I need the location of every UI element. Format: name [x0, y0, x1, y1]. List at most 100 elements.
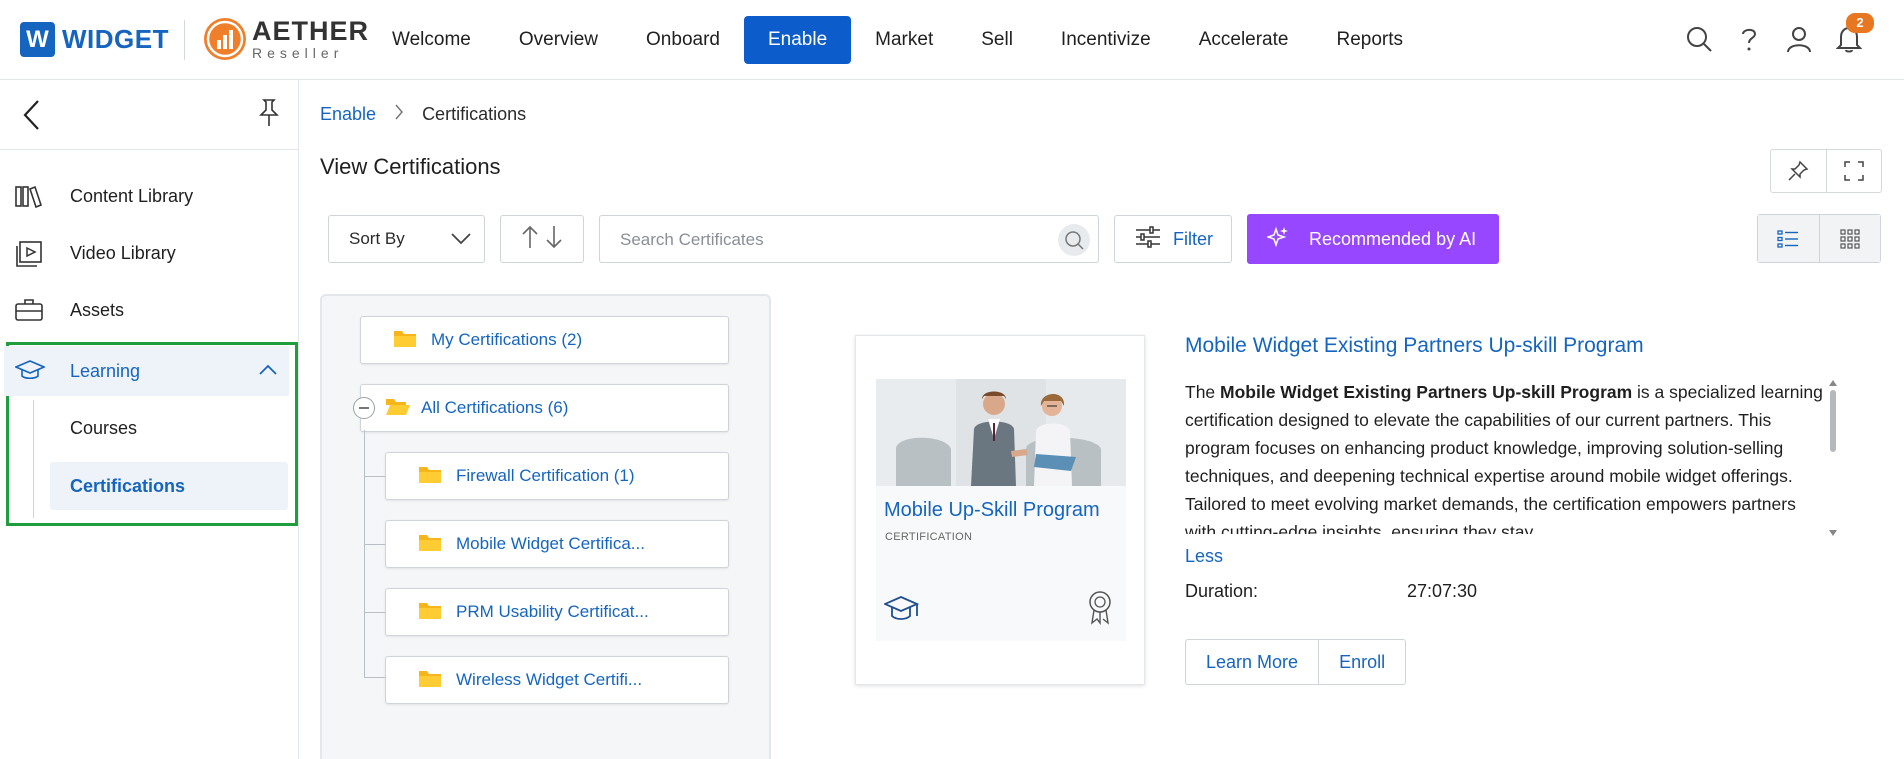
- search-icon[interactable]: [1684, 22, 1714, 56]
- widget-logo-text: WIDGET: [62, 24, 169, 54]
- filter-button[interactable]: Filter: [1114, 215, 1232, 263]
- card-subtitle: CERTIFICATION: [885, 531, 973, 543]
- sidebar-item-label: Video Library: [70, 242, 176, 263]
- bell-icon[interactable]: 2: [1834, 13, 1874, 56]
- widget-logo-mark: W: [20, 22, 55, 57]
- duration-label: Duration:: [1185, 581, 1259, 601]
- logo-divider: [184, 20, 185, 60]
- widget-logo[interactable]: W WIDGET: [20, 22, 169, 57]
- folder-open-icon: [385, 396, 411, 421]
- sidebar-item-label: Content Library: [70, 185, 194, 206]
- chevron-up-icon[interactable]: [258, 362, 278, 381]
- page-tools: [1770, 149, 1882, 193]
- sidebar-subitem-courses[interactable]: Courses: [50, 404, 288, 452]
- briefcase-icon: [15, 298, 43, 327]
- nav-overview[interactable]: Overview: [495, 16, 622, 64]
- tree-node-label: Mobile Widget Certifica...: [456, 534, 645, 553]
- chevron-right-icon: [394, 103, 404, 126]
- search-input[interactable]: [620, 226, 1040, 254]
- page-title: View Certifications: [320, 154, 501, 179]
- tree-node-label: My Certifications (2): [431, 330, 583, 349]
- learn-more-button[interactable]: Learn More: [1186, 640, 1318, 684]
- tree-node-label: Firewall Certification (1): [456, 466, 635, 485]
- sidebar-item-label: Assets: [70, 299, 125, 320]
- nav-sell[interactable]: Sell: [957, 16, 1037, 64]
- list-view-icon[interactable]: [1758, 215, 1819, 262]
- arrow-down-icon: [545, 224, 563, 255]
- search-icon[interactable]: [1058, 224, 1090, 256]
- collapse-node-icon[interactable]: [353, 397, 375, 419]
- sliders-icon: [1135, 225, 1161, 254]
- nav-enable[interactable]: Enable: [743, 16, 852, 64]
- breadcrumb-current: Certifications: [422, 104, 527, 124]
- graduation-cap-icon: [13, 358, 47, 387]
- sidebar-item-video-library[interactable]: Video Library: [0, 229, 298, 277]
- sparkle-icon: [1265, 226, 1289, 253]
- sidebar-item-learning[interactable]: Learning: [4, 346, 289, 396]
- arrow-up-icon: [521, 224, 539, 255]
- tree-connector-line: [364, 612, 386, 613]
- filter-label: Filter: [1173, 228, 1213, 249]
- duration-value: 27:07:30: [1407, 581, 1478, 601]
- nav-onboard[interactable]: Onboard: [622, 16, 744, 64]
- aether-logo-mark: [204, 18, 246, 60]
- user-icon[interactable]: [1784, 22, 1814, 56]
- nav-incentivize[interactable]: Incentivize: [1037, 16, 1175, 64]
- tree-node-label: PRM Usability Certificat...: [456, 602, 649, 621]
- grid-view-icon[interactable]: [1818, 215, 1880, 262]
- recommended-by-ai-button[interactable]: Recommended by AI: [1247, 214, 1499, 264]
- sort-by-dropdown[interactable]: Sort By: [328, 215, 485, 263]
- tree-connector-line: [364, 544, 386, 545]
- pin-icon[interactable]: [258, 98, 280, 133]
- search-box: [599, 215, 1099, 263]
- breadcrumb-enable[interactable]: Enable: [320, 104, 376, 125]
- show-less-link[interactable]: Less: [1185, 546, 1223, 567]
- aether-logo-text: AETHER: [252, 16, 370, 46]
- sidebar: Content Library Video Library Assets Lea…: [0, 80, 299, 759]
- tree-node-mobile-widget-certification[interactable]: Mobile Widget Certifica...: [385, 520, 729, 568]
- description-scroll-area[interactable]: The Mobile Widget Existing Partners Up-s…: [1185, 378, 1827, 534]
- nav-accelerate[interactable]: Accelerate: [1175, 16, 1313, 64]
- tree-node-wireless-widget-certification[interactable]: Wireless Widget Certifi...: [385, 656, 729, 704]
- sidebar-item-content-library[interactable]: Content Library: [0, 172, 298, 220]
- aether-logo[interactable]: AETHER Reseller: [204, 18, 369, 60]
- top-header: W WIDGET AETHER Reseller Welcome Overvie…: [0, 0, 1904, 80]
- nav-welcome[interactable]: Welcome: [368, 16, 495, 64]
- sidebar-item-label: Learning: [70, 360, 141, 381]
- folder-icon: [418, 532, 442, 557]
- breadcrumb: Enable Certifications: [320, 103, 526, 126]
- certification-title-link[interactable]: Mobile Widget Existing Partners Up-skill…: [1185, 334, 1644, 358]
- view-toggle: [1757, 214, 1881, 263]
- nav-market[interactable]: Market: [851, 16, 957, 64]
- books-icon: [15, 184, 43, 213]
- sort-direction-toggle[interactable]: [500, 215, 584, 263]
- tree-connector-line: [364, 430, 365, 677]
- folder-icon: [418, 464, 442, 489]
- pin-icon[interactable]: [1771, 150, 1826, 192]
- nav-reports[interactable]: Reports: [1312, 16, 1427, 64]
- help-icon[interactable]: [1734, 22, 1764, 56]
- award-icon: [1086, 589, 1114, 630]
- sidebar-subitem-certifications[interactable]: Certifications: [50, 462, 288, 510]
- certification-card[interactable]: Mobile Up-Skill Program CERTIFICATION: [855, 335, 1145, 685]
- action-buttons: Learn More Enroll: [1185, 639, 1407, 685]
- tree-node-label: Wireless Widget Certifi...: [456, 670, 643, 689]
- submenu-guide-line: [33, 400, 34, 518]
- tree-node-all-certifications[interactable]: All Certifications (6): [360, 384, 729, 432]
- sidebar-item-assets[interactable]: Assets: [0, 286, 298, 334]
- tree-connector-line: [364, 476, 386, 477]
- notification-badge: 2: [1846, 13, 1874, 33]
- fullscreen-icon[interactable]: [1825, 150, 1882, 192]
- ai-label: Recommended by AI: [1309, 228, 1477, 249]
- folder-icon: [393, 328, 417, 353]
- description-scrollbar[interactable]: [1829, 380, 1837, 536]
- folder-icon: [418, 600, 442, 625]
- collapse-sidebar-button[interactable]: [22, 98, 42, 137]
- tree-node-firewall-certification[interactable]: Firewall Certification (1): [385, 452, 729, 500]
- description-program-name: Mobile Widget Existing Partners Up-skill…: [1220, 382, 1633, 402]
- card-title: Mobile Up-Skill Program: [884, 499, 1100, 521]
- tree-node-prm-usability-certification[interactable]: PRM Usability Certificat...: [385, 588, 729, 636]
- enroll-button[interactable]: Enroll: [1318, 640, 1405, 684]
- video-icon: [15, 241, 43, 272]
- tree-node-my-certifications[interactable]: My Certifications (2): [360, 316, 729, 364]
